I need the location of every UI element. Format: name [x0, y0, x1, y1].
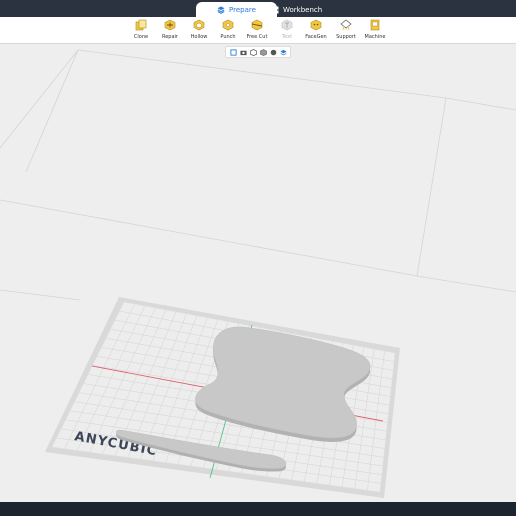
text-button[interactable]: Text	[271, 19, 303, 43]
hollow-icon	[193, 19, 205, 31]
view-front-icon[interactable]	[249, 48, 257, 56]
3d-viewport[interactable]: ANYCUBIC	[0, 44, 516, 502]
sphere-icon[interactable]	[270, 49, 277, 56]
clone-label: Clone	[133, 34, 149, 40]
free-cut-icon	[251, 19, 263, 31]
text-icon	[281, 19, 293, 31]
repair-icon	[164, 19, 176, 31]
repair-label: Repair	[161, 34, 178, 40]
text-label: Text	[281, 34, 293, 40]
facegen-label: FaceGen	[305, 34, 327, 40]
support-label: Support	[336, 34, 356, 40]
tab-workbench[interactable]: Workbench	[262, 2, 331, 17]
punch-label: Punch	[220, 34, 236, 40]
build-volume-wireframe	[0, 49, 516, 301]
mode-tab-bar: Prepare Workbench	[0, 0, 516, 17]
system-taskbar	[0, 502, 516, 516]
hollow-button[interactable]: Hollow	[183, 19, 215, 43]
machine-button[interactable]: Machine	[359, 19, 391, 43]
tab-workbench-label: Workbench	[283, 5, 323, 14]
free-cut-button[interactable]: Free Cut	[241, 19, 273, 43]
free-cut-label: Free Cut	[246, 34, 268, 40]
view-side-icon[interactable]	[259, 48, 267, 56]
punch-icon	[222, 19, 234, 31]
repair-button[interactable]: Repair	[154, 19, 186, 43]
support-button[interactable]: Support	[330, 19, 362, 43]
punch-button[interactable]: Punch	[212, 19, 244, 43]
facegen-icon	[310, 19, 322, 31]
facegen-button[interactable]: FaceGen	[300, 19, 332, 43]
camera-icon[interactable]	[239, 49, 247, 56]
clone-button[interactable]: Clone	[125, 19, 157, 43]
view-toolbar	[225, 46, 291, 58]
machine-label: Machine	[364, 34, 386, 40]
clone-icon	[135, 19, 147, 31]
grid-icon	[271, 6, 279, 13]
tool-ribbon: Clone Repair Hollow Punch Free Cut Text …	[0, 17, 516, 44]
support-icon	[340, 19, 352, 31]
hollow-label: Hollow	[190, 34, 208, 40]
machine-icon	[370, 19, 380, 31]
view-cube-icon[interactable]	[229, 48, 237, 56]
layers-view-icon[interactable]	[279, 49, 287, 56]
layers-icon	[217, 6, 225, 14]
tab-prepare-label: Prepare	[229, 5, 256, 14]
